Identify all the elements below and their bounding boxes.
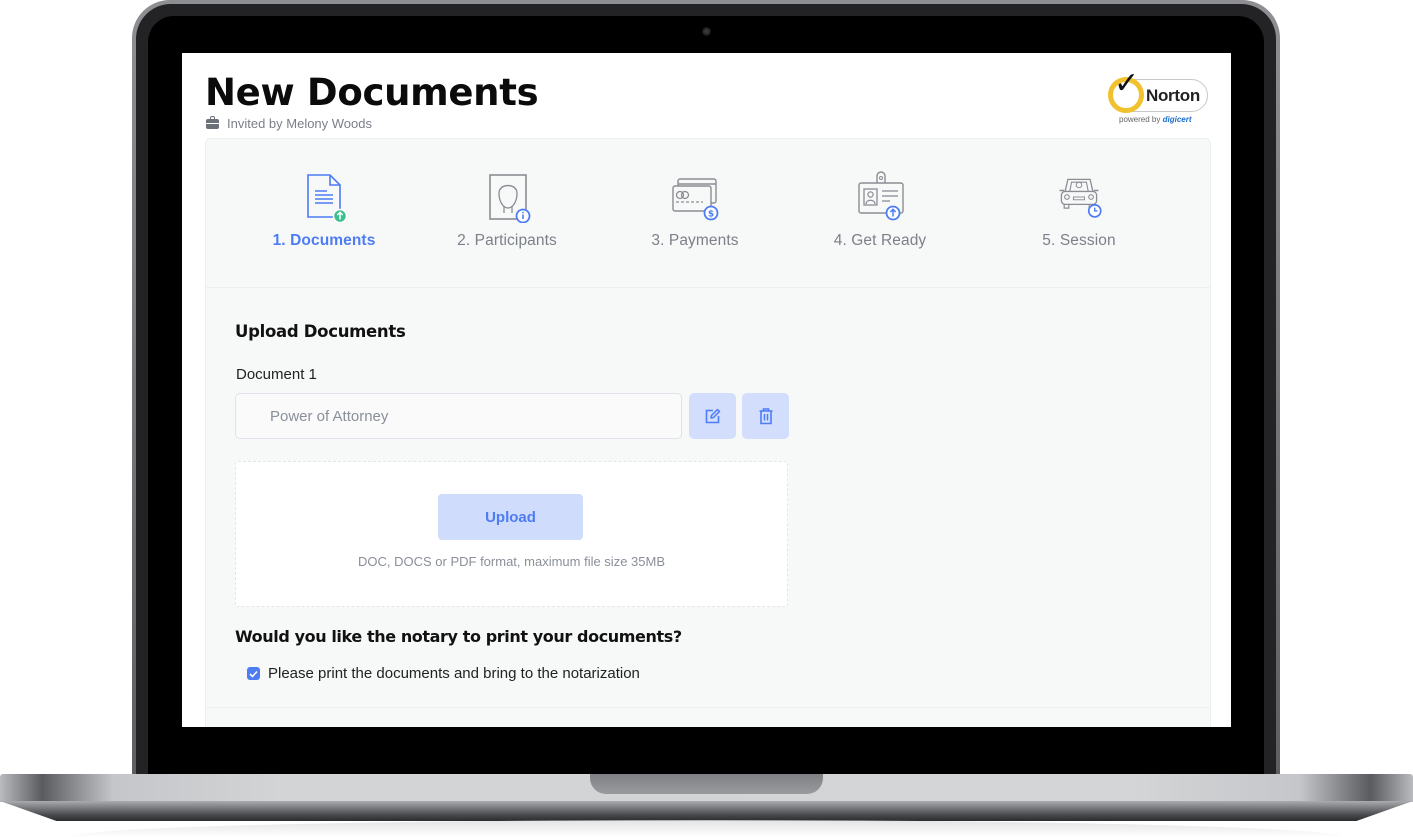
step-label: 1. Documents — [272, 232, 376, 249]
digicert-text: digicert — [1162, 115, 1192, 124]
upload-dropzone[interactable]: Upload DOC, DOCS or PDF format, maximum … — [235, 461, 788, 607]
step-label: 5. Session — [1042, 232, 1116, 249]
print-checkbox-label: Please print the documents and bring to … — [268, 665, 640, 682]
step-session[interactable]: 5. Session — [989, 171, 1169, 250]
step-label: 3. Payments — [651, 232, 739, 249]
powered-by-text: powered by — [1119, 115, 1161, 124]
form-card: 1. Documents 2. Participants $ 3. Paymen… — [205, 138, 1211, 727]
id-badge-upload-icon — [858, 171, 904, 221]
norton-check-icon: ✓ — [1114, 67, 1140, 100]
upload-button[interactable]: Upload — [438, 494, 583, 540]
invited-by-text: Invited by Melony Woods — [227, 116, 372, 131]
screen: New Documents Invited by Melony Woods ✓ … — [182, 53, 1231, 727]
svg-text:$: $ — [708, 210, 714, 220]
delete-document-button[interactable] — [742, 393, 789, 439]
document-name-input[interactable] — [235, 393, 682, 439]
car-clock-icon — [1059, 178, 1102, 218]
briefcase-icon — [206, 115, 219, 129]
step-label: 4. Get Ready — [833, 232, 927, 249]
camera-icon — [702, 27, 711, 36]
upload-heading: Upload Documents — [235, 322, 406, 341]
step-participants[interactable]: 2. Participants — [417, 171, 597, 250]
norton-badge: ✓ Norton powered by digicert — [1108, 69, 1208, 125]
upload-hint: DOC, DOCS or PDF format, maximum file si… — [358, 554, 665, 569]
page-title: New Documents — [205, 71, 539, 114]
stepper: 1. Documents 2. Participants $ 3. Paymen… — [206, 139, 1210, 288]
step-documents[interactable]: 1. Documents — [234, 171, 414, 250]
person-info-icon — [489, 174, 531, 223]
step-get-ready[interactable]: 4. Get Ready — [790, 171, 970, 250]
print-option[interactable]: Please print the documents and bring to … — [247, 665, 640, 682]
edit-icon — [705, 408, 721, 423]
step-payments[interactable]: $ 3. Payments — [605, 171, 785, 250]
norton-powered-by: powered by digicert — [1119, 115, 1192, 124]
invited-by: Invited by Melony Woods — [206, 115, 372, 131]
step-label: 2. Participants — [457, 232, 557, 249]
norton-brand: Norton — [1146, 86, 1200, 105]
laptop-notch — [590, 774, 823, 794]
checkmark-icon — [249, 670, 258, 678]
section-divider — [206, 707, 1210, 708]
edit-document-button[interactable] — [689, 393, 736, 439]
print-question: Would you like the notary to print your … — [235, 627, 682, 646]
document-upload-icon — [307, 174, 348, 223]
trash-icon — [759, 408, 772, 425]
print-checkbox[interactable] — [247, 667, 260, 680]
laptop-base-edge — [0, 801, 1413, 821]
credit-card-dollar-icon: $ — [672, 178, 719, 221]
laptop-shadow — [70, 820, 1343, 837]
document-label: Document 1 — [236, 366, 317, 383]
